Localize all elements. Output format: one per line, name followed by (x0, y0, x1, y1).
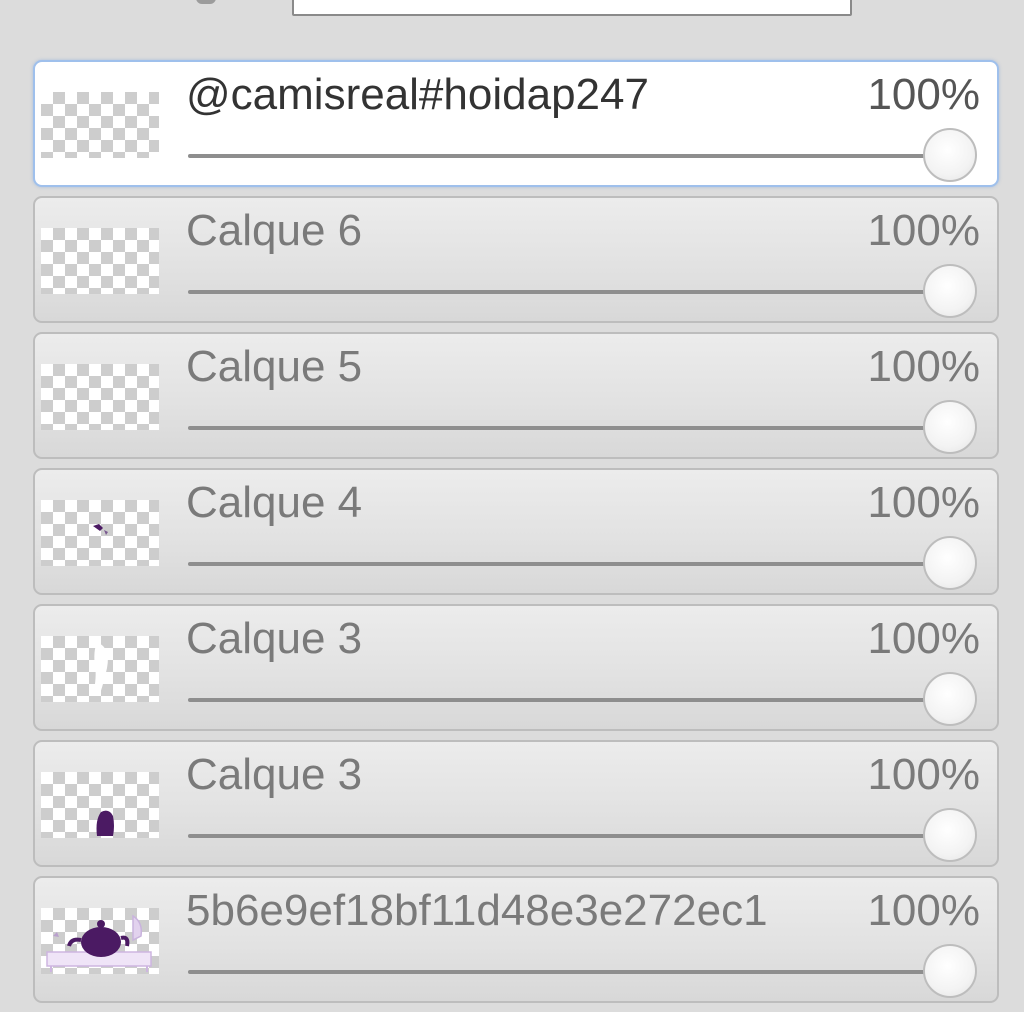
layer-opacity-value: 100% (867, 70, 980, 119)
layer-thumbnail (41, 228, 159, 294)
layer-thumbnail (41, 500, 159, 566)
opacity-slider-track[interactable] (188, 290, 950, 294)
opacity-slider-knob[interactable] (923, 808, 977, 862)
layer-opacity-value: 100% (867, 342, 980, 391)
layer-opacity-value: 100% (867, 750, 980, 799)
layer-thumbnail (41, 772, 159, 838)
layer-row[interactable]: @camisreal#hoidap247 100% (33, 60, 999, 187)
layer-opacity-value: 100% (867, 614, 980, 663)
layer-thumbnail (41, 92, 159, 158)
layer-opacity-value: 100% (867, 886, 980, 935)
layer-row[interactable]: Calque 4 100% (33, 468, 999, 595)
layer-name: Calque 5 (186, 342, 363, 391)
layer-name-input[interactable] (292, 0, 852, 16)
layer-name: 5b6e9ef18bf11d48e3e272ec1 (186, 886, 768, 935)
opacity-slider-track[interactable] (188, 426, 950, 430)
layer-name: Calque 3 (186, 750, 363, 799)
layer-row[interactable]: Calque 3 100% (33, 740, 999, 867)
layer-opacity-value: 100% (867, 206, 980, 255)
layer-list: @camisreal#hoidap247 100% Calque 6 100% Calq… (33, 60, 999, 1012)
opacity-slider-knob[interactable] (923, 128, 977, 182)
layer-thumbnail (41, 636, 159, 702)
opacity-slider-knob[interactable] (923, 264, 977, 318)
layer-name: @camisreal#hoidap247 (186, 70, 649, 119)
opacity-slider-track[interactable] (188, 834, 950, 838)
opacity-slider-knob[interactable] (923, 672, 977, 726)
opacity-slider-knob[interactable] (923, 944, 977, 998)
layer-row[interactable]: 5b6e9ef18bf11d48e3e272ec1 100% (33, 876, 999, 1003)
opacity-slider-knob[interactable] (923, 400, 977, 454)
layer-thumbnail (41, 364, 159, 430)
layer-name: Calque 4 (186, 478, 363, 527)
opacity-slider-track[interactable] (188, 698, 950, 702)
opacity-slider-knob[interactable] (923, 536, 977, 590)
opacity-slider-track[interactable] (188, 562, 950, 566)
opacity-slider-track[interactable] (188, 970, 950, 974)
opacity-slider-track[interactable] (188, 154, 950, 158)
layer-name: Calque 6 (186, 206, 363, 255)
layer-row[interactable]: Calque 5 100% (33, 332, 999, 459)
layer-row[interactable]: Calque 3 100% (33, 604, 999, 731)
layer-opacity-value: 100% (867, 478, 980, 527)
layer-name: Calque 3 (186, 614, 363, 663)
layer-thumbnail (41, 908, 159, 974)
layer-row[interactable]: Calque 6 100% (33, 196, 999, 323)
top-partial-icon (196, 0, 216, 4)
